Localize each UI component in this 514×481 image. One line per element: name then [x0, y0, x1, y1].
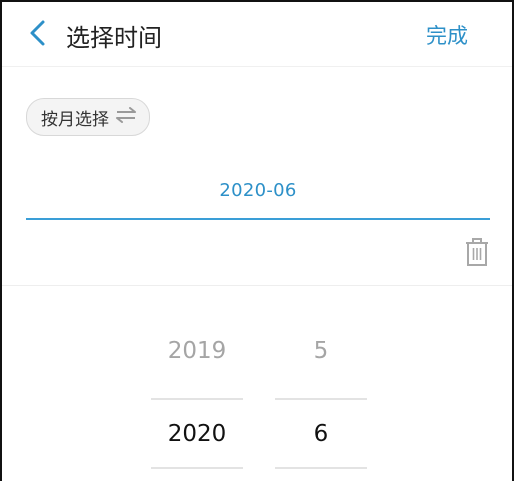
swap-arrows-icon	[115, 107, 137, 127]
chevron-left-icon	[28, 19, 46, 51]
year-selection-line-bottom	[151, 467, 243, 469]
trash-icon	[464, 238, 490, 270]
done-button[interactable]: 完成	[426, 20, 468, 50]
month-option-prev[interactable]: 5	[275, 338, 367, 364]
top-bar: 选择时间 完成	[2, 2, 512, 67]
date-picker-wheel[interactable]: 2019 2020 5 6	[2, 286, 512, 481]
selected-date-value: 2020-06	[219, 180, 297, 201]
clear-button[interactable]	[464, 238, 492, 268]
year-selection-line-top	[151, 398, 243, 400]
mode-label: 按月选择	[41, 109, 109, 130]
selected-date-field[interactable]: 2020-06	[26, 174, 490, 220]
month-mode-toggle[interactable]: 按月选择	[26, 98, 150, 136]
screen: 选择时间 完成 按月选择 2020-06 2019 2020 5 6	[0, 0, 514, 481]
year-option-selected[interactable]: 2020	[151, 421, 243, 447]
back-button[interactable]	[22, 20, 52, 50]
month-selection-line-bottom	[275, 467, 367, 469]
page-title: 选择时间	[66, 24, 162, 52]
year-option-prev[interactable]: 2019	[151, 338, 243, 364]
month-selection-line-top	[275, 398, 367, 400]
month-option-selected[interactable]: 6	[275, 421, 367, 447]
